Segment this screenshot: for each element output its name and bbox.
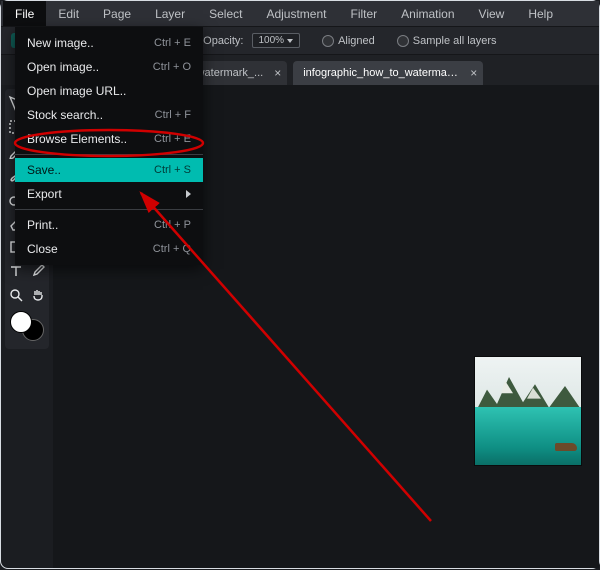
menu-item-open-url[interactable]: Open image URL.. — [15, 79, 203, 103]
menu-item-label: Browse Elements.. — [27, 132, 127, 146]
menu-separator — [15, 209, 203, 210]
menu-item-shortcut: Ctrl + F — [155, 109, 191, 121]
menu-item-label: New image.. — [27, 36, 94, 50]
menubar-item-filter[interactable]: Filter — [338, 1, 389, 26]
menubar-item-file[interactable]: File — [3, 1, 46, 26]
menu-item-new-image[interactable]: New image.. Ctrl + E — [15, 31, 203, 55]
aligned-label: Aligned — [338, 35, 375, 47]
opacity-value: 100% — [259, 35, 285, 46]
menu-item-close[interactable]: Close Ctrl + Q — [15, 237, 203, 261]
menu-item-shortcut: Ctrl + P — [154, 219, 191, 231]
menubar-item-layer[interactable]: Layer — [143, 1, 197, 26]
menu-item-save[interactable]: Save.. Ctrl + S — [15, 158, 203, 182]
menubar-item-view[interactable]: View — [467, 1, 517, 26]
menu-item-shortcut: Ctrl + E — [154, 37, 191, 49]
menu-item-shortcut: Ctrl + S — [154, 164, 191, 176]
opacity-label: Opacity: — [203, 35, 243, 47]
menu-item-label: Export — [27, 187, 62, 201]
menu-item-label: Print.. — [27, 218, 58, 232]
menubar-item-page[interactable]: Page — [91, 1, 143, 26]
menu-item-open-image[interactable]: Open image.. Ctrl + O — [15, 55, 203, 79]
caret-down-icon — [287, 39, 293, 43]
canvas-image[interactable] — [475, 357, 581, 465]
document-tab[interactable]: infographic_how_to_watermark_a_ph... × — [293, 61, 483, 85]
menu-item-shortcut: Ctrl + E — [154, 133, 191, 145]
menu-item-label: Open image.. — [27, 60, 99, 74]
menu-item-shortcut: Ctrl + Q — [153, 243, 191, 255]
menu-item-browse-elements[interactable]: Browse Elements.. Ctrl + E — [15, 127, 203, 151]
aligned-radio[interactable] — [322, 35, 334, 47]
opacity-input[interactable]: 100% — [252, 33, 301, 48]
color-swatches[interactable] — [10, 311, 44, 341]
file-menu-dropdown: New image.. Ctrl + E Open image.. Ctrl +… — [15, 27, 203, 265]
sample-all-radio[interactable] — [397, 35, 409, 47]
menu-item-stock-search[interactable]: Stock search.. Ctrl + F — [15, 103, 203, 127]
close-icon[interactable]: × — [470, 66, 477, 80]
menu-item-label: Open image URL.. — [27, 84, 126, 98]
menu-item-label: Close — [27, 242, 58, 256]
submenu-arrow-icon — [186, 190, 191, 198]
menu-item-label: Stock search.. — [27, 108, 103, 122]
tab-label: infographic_how_to_watermark_a_ph... — [303, 67, 483, 79]
menu-item-print[interactable]: Print.. Ctrl + P — [15, 213, 203, 237]
menubar-item-select[interactable]: Select — [197, 1, 254, 26]
menubar-item-edit[interactable]: Edit — [46, 1, 91, 26]
menubar-item-animation[interactable]: Animation — [389, 1, 466, 26]
menu-item-shortcut: Ctrl + O — [153, 61, 191, 73]
menubar-item-help[interactable]: Help — [516, 1, 565, 26]
close-icon[interactable]: × — [274, 66, 281, 80]
foreground-color-swatch[interactable] — [10, 311, 32, 333]
menubar-item-adjustment[interactable]: Adjustment — [254, 1, 338, 26]
menubar: File Edit Page Layer Select Adjustment F… — [1, 1, 599, 27]
sample-all-label: Sample all layers — [413, 35, 497, 47]
hand-icon[interactable] — [28, 285, 48, 305]
menu-item-label: Save.. — [27, 163, 61, 177]
menu-item-export[interactable]: Export — [15, 182, 203, 206]
menu-separator — [15, 154, 203, 155]
zoom-icon[interactable] — [6, 285, 26, 305]
